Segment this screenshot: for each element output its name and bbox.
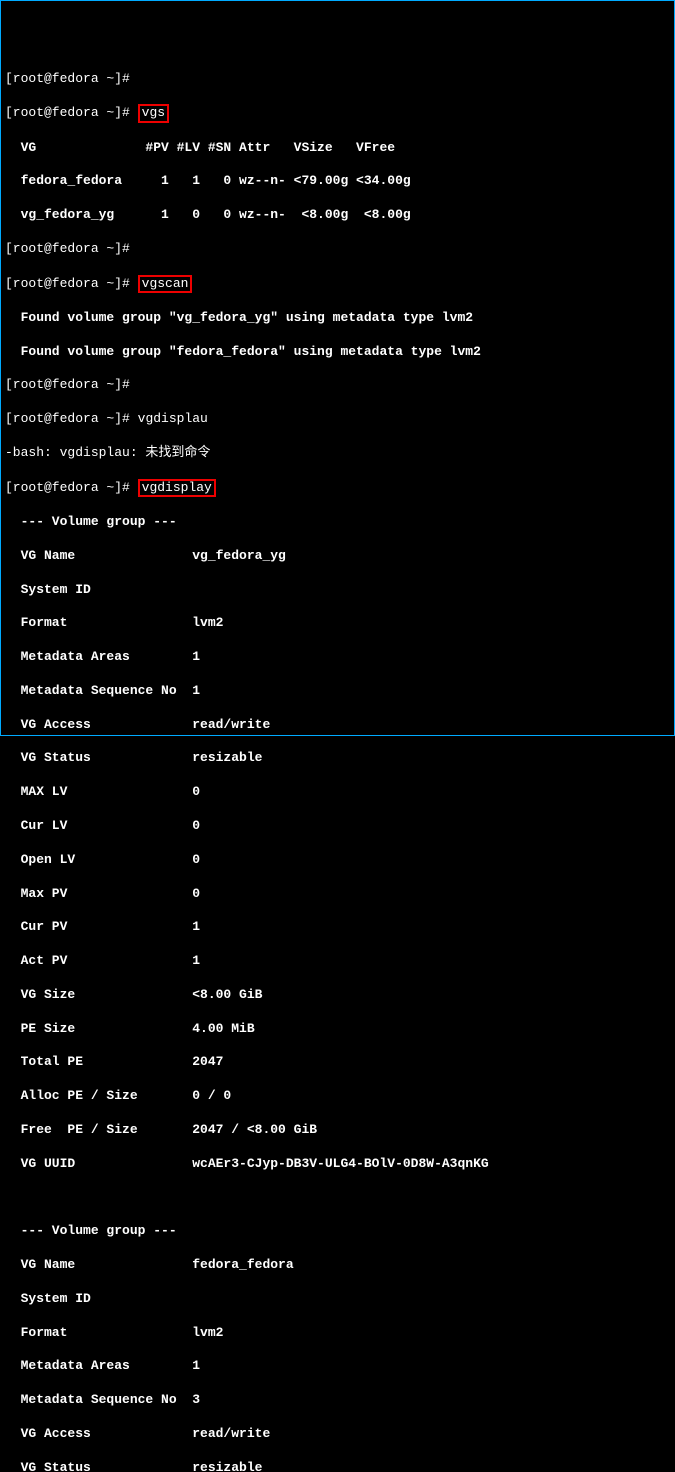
vg1-access: VG Access read/write (5, 717, 670, 734)
line-error: -bash: vgdisplau: 未找到命令 (5, 445, 670, 462)
scan-output: Found volume group "fedora_fedora" using… (5, 344, 670, 361)
cmd-vgdisplay: vgdisplay (142, 480, 212, 495)
vg1-allocpe: Alloc PE / Size 0 / 0 (5, 1088, 670, 1105)
prompt: [root@fedora ~]# (5, 276, 130, 291)
vg1-pesize: PE Size 4.00 MiB (5, 1021, 670, 1038)
vg2-status: VG Status resizable (5, 1460, 670, 1472)
vgs-row: fedora_fedora 1 1 0 wz--n- <79.00g <34.0… (5, 173, 670, 190)
vg-heading: --- Volume group --- (5, 1223, 670, 1240)
vg2-format: Format lvm2 (5, 1325, 670, 1342)
vg1-format: Format lvm2 (5, 615, 670, 632)
vg1-name: VG Name vg_fedora_yg (5, 548, 670, 565)
cmd-vgdisplau: vgdisplau (138, 411, 208, 426)
vg1-actpv: Act PV 1 (5, 953, 670, 970)
vg1-vgsize: VG Size <8.00 GiB (5, 987, 670, 1004)
prompt: [root@fedora ~]# (5, 377, 130, 392)
line-cmd-vgscan: [root@fedora ~]# vgscan (5, 275, 670, 293)
line-cmd-vgdisplay: [root@fedora ~]# vgdisplay (5, 479, 670, 497)
vg1-sysid: System ID (5, 582, 670, 599)
prompt: [root@fedora ~]# (5, 71, 130, 86)
vg1-maxpv: Max PV 0 (5, 886, 670, 903)
vg1-uuid: VG UUID wcAEr3-CJyp-DB3V-ULG4-BOlV-0D8W-… (5, 1156, 670, 1173)
vg2-access: VG Access read/write (5, 1426, 670, 1443)
vg1-curpv: Cur PV 1 (5, 919, 670, 936)
vg2-sysid: System ID (5, 1291, 670, 1308)
prompt: [root@fedora ~]# (5, 105, 130, 120)
vg1-mseq: Metadata Sequence No 1 (5, 683, 670, 700)
vg1-curlv: Cur LV 0 (5, 818, 670, 835)
vg2-mareas: Metadata Areas 1 (5, 1358, 670, 1375)
highlight-vgscan: vgscan (138, 275, 193, 293)
cmd-vgscan: vgscan (142, 276, 189, 291)
vg2-mseq: Metadata Sequence No 3 (5, 1392, 670, 1409)
vg2-name: VG Name fedora_fedora (5, 1257, 670, 1274)
vg1-freepe: Free PE / Size 2047 / <8.00 GiB (5, 1122, 670, 1139)
blank (5, 1190, 670, 1207)
line-cmd-typo: [root@fedora ~]# vgdisplau (5, 411, 670, 428)
vg1-openlv: Open LV 0 (5, 852, 670, 869)
highlight-vgs: vgs (138, 104, 169, 122)
highlight-vgdisplay: vgdisplay (138, 479, 216, 497)
line-cmd-vgs: [root@fedora ~]# vgs (5, 104, 670, 122)
prompt: [root@fedora ~]# (5, 411, 130, 426)
vg1-maxlv: MAX LV 0 (5, 784, 670, 801)
prompt: [root@fedora ~]# (5, 480, 130, 495)
vg1-status: VG Status resizable (5, 750, 670, 767)
line-prompt: [root@fedora ~]# (5, 71, 670, 88)
vg1-mareas: Metadata Areas 1 (5, 649, 670, 666)
vg-heading: --- Volume group --- (5, 514, 670, 531)
cmd-vgs: vgs (142, 105, 165, 120)
prompt: [root@fedora ~]# (5, 241, 130, 256)
line-prompt: [root@fedora ~]# (5, 241, 670, 258)
scan-output: Found volume group "vg_fedora_yg" using … (5, 310, 670, 327)
vg1-totalpe: Total PE 2047 (5, 1054, 670, 1071)
vgs-row: vg_fedora_yg 1 0 0 wz--n- <8.00g <8.00g (5, 207, 670, 224)
line-prompt: [root@fedora ~]# (5, 377, 670, 394)
vgs-header: VG #PV #LV #SN Attr VSize VFree (5, 140, 670, 157)
